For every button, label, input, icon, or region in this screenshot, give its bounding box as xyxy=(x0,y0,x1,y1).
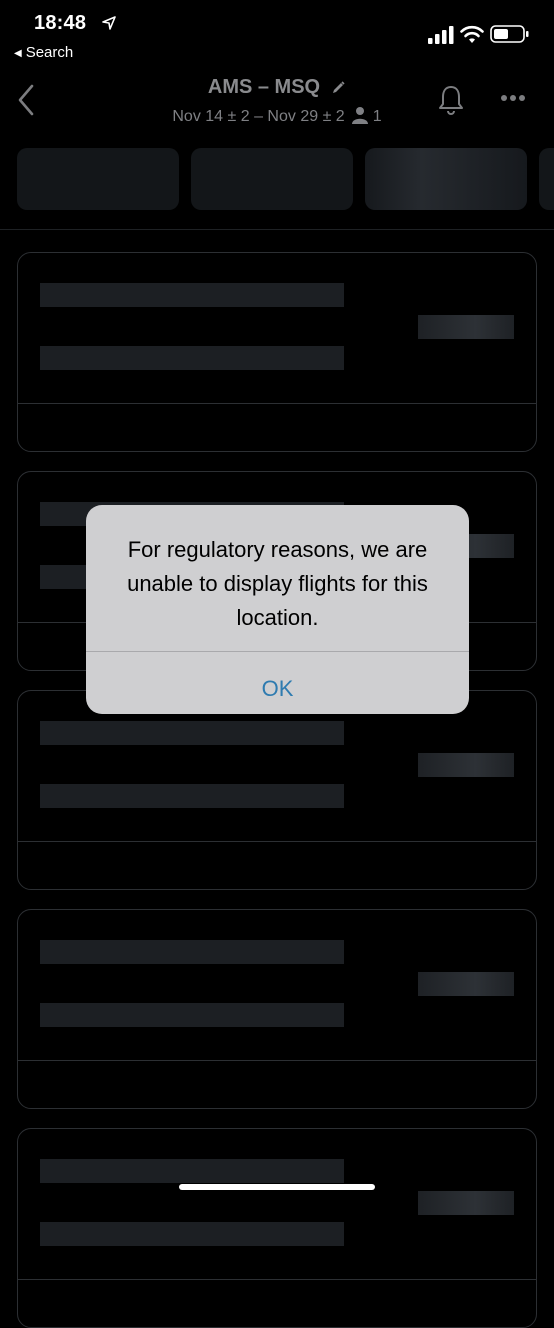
more-icon[interactable] xyxy=(500,94,526,102)
filter-chip-placeholder xyxy=(191,148,353,210)
date-range: Nov 14 ± 2 – Nov 29 ± 2 xyxy=(172,108,345,125)
route-title-text: AMS – MSQ xyxy=(207,76,321,98)
signal-icon xyxy=(428,26,454,44)
skeleton-line xyxy=(40,940,344,964)
location-arrow-icon xyxy=(102,16,116,30)
back-triangle-icon: ◀ xyxy=(14,48,22,59)
pencil-icon xyxy=(333,81,345,93)
flight-card-placeholder xyxy=(17,690,537,890)
skeleton-price xyxy=(418,1191,514,1215)
flight-card-placeholder xyxy=(17,909,537,1109)
card-divider xyxy=(18,841,536,842)
battery-icon xyxy=(490,25,529,43)
card-divider xyxy=(18,403,536,404)
bell-icon[interactable] xyxy=(436,84,466,116)
wifi-icon xyxy=(460,25,484,43)
alert-message: For regulatory reasons, we are unable to… xyxy=(127,537,428,630)
route-title[interactable]: AMS – MSQ xyxy=(0,76,554,99)
skeleton-price xyxy=(418,315,514,339)
skeleton-line xyxy=(40,1222,344,1246)
person-icon xyxy=(351,107,368,124)
filter-chip-placeholder xyxy=(365,148,527,210)
card-divider xyxy=(18,1279,536,1280)
skeleton-line xyxy=(40,283,344,307)
header-divider xyxy=(0,229,554,230)
skeleton-price xyxy=(418,753,514,777)
skeleton-line xyxy=(40,784,344,808)
passenger-count: 1 xyxy=(372,108,382,125)
flight-card-placeholder xyxy=(17,1128,537,1328)
skeleton-line xyxy=(40,721,344,745)
back-to-search-link[interactable]: ◀ Search xyxy=(14,44,73,61)
ok-button[interactable]: OK xyxy=(86,652,469,714)
skeleton-line xyxy=(40,1003,344,1027)
status-time: 18:48 xyxy=(34,12,87,34)
filter-chip-placeholder xyxy=(17,148,179,210)
skeleton-line xyxy=(40,346,344,370)
skeleton-price xyxy=(418,972,514,996)
flight-card-placeholder xyxy=(17,252,537,452)
back-app-label: Search xyxy=(25,44,74,61)
trip-details[interactable]: Nov 14 ± 2 – Nov 29 ± 2 1 xyxy=(0,106,554,126)
regulatory-alert-dialog: For regulatory reasons, we are unable to… xyxy=(86,505,469,714)
home-indicator[interactable] xyxy=(179,1184,375,1190)
filter-chip-placeholder xyxy=(539,148,554,210)
skeleton-line xyxy=(40,1159,344,1183)
card-divider xyxy=(18,1060,536,1061)
